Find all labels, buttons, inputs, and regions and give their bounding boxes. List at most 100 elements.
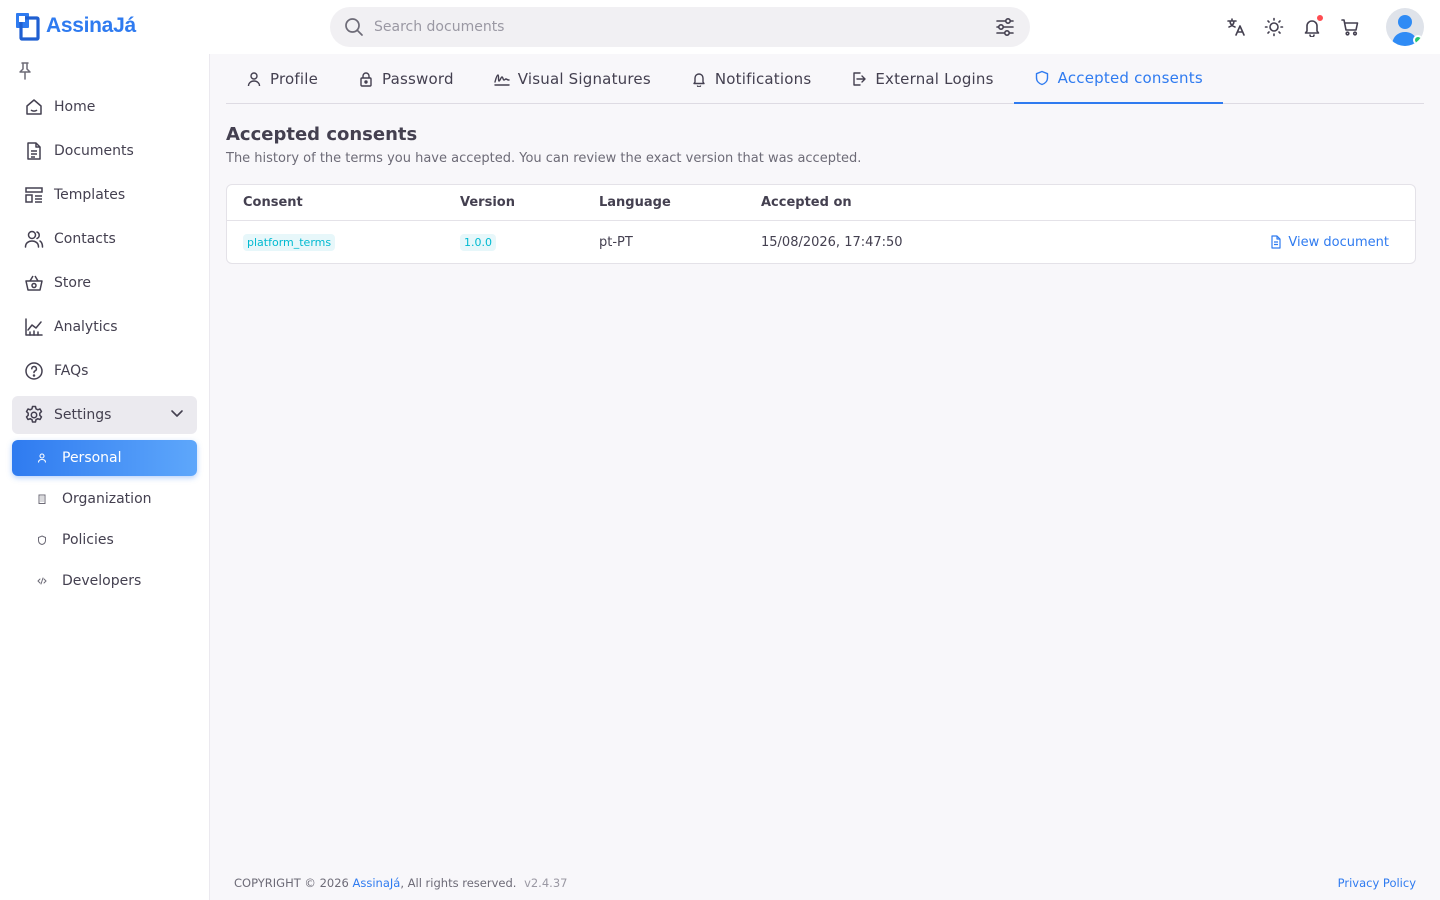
view-document-link[interactable]: View document — [1270, 235, 1415, 250]
sidebar-item-label: Analytics — [54, 319, 118, 335]
pin-icon[interactable] — [18, 62, 32, 84]
gear-icon — [24, 405, 44, 425]
version-chip: 1.0.0 — [460, 233, 496, 251]
tab-notifications[interactable]: Notifications — [671, 54, 831, 104]
sidebar-subitem-organization[interactable]: Organization — [12, 481, 197, 517]
brand-name: AssinaJá — [46, 14, 136, 37]
language-cell: pt-PT — [599, 234, 633, 250]
logo-mark-icon — [16, 11, 40, 41]
sidebar-item-faqs[interactable]: FAQs — [12, 352, 197, 390]
search-icon — [345, 18, 363, 36]
cart-icon[interactable] — [1340, 17, 1360, 37]
avatar[interactable] — [1386, 8, 1424, 46]
sidebar-subitem-personal[interactable]: Personal — [12, 440, 197, 476]
tab-label: Password — [382, 70, 454, 88]
footer: COPYRIGHT © 2026 AssinaJá, All rights re… — [234, 876, 1416, 890]
document-icon — [24, 141, 44, 161]
sidebar-nav: Home Documents Templates Contacts Store … — [12, 88, 197, 604]
table-row: platform_terms 1.0.0 pt-PT 15/08/2026, 1… — [227, 221, 1415, 263]
online-status-dot — [1413, 35, 1423, 45]
help-icon — [24, 361, 44, 381]
copyright-text: COPYRIGHT © 2026 — [234, 876, 349, 890]
sidebar-item-label: Contacts — [54, 231, 116, 247]
sidebar: Home Documents Templates Contacts Store … — [0, 54, 210, 900]
sidebar-subitem-label: Policies — [62, 532, 114, 548]
page-title: Accepted consents — [226, 124, 418, 145]
tab-accepted-consents[interactable]: Accepted consents — [1013, 54, 1223, 104]
sidebar-item-templates[interactable]: Templates — [12, 176, 197, 214]
home-icon — [24, 97, 44, 117]
sidebar-item-label: Home — [54, 99, 96, 115]
filter-icon[interactable] — [994, 16, 1016, 38]
signature-icon — [494, 74, 510, 86]
sun-icon[interactable] — [1264, 17, 1284, 37]
sidebar-item-home[interactable]: Home — [12, 88, 197, 126]
sidebar-item-contacts[interactable]: Contacts — [12, 220, 197, 258]
notification-badge — [1316, 14, 1324, 22]
app-version: v2.4.37 — [524, 876, 568, 890]
column-header-consent[interactable]: Consent — [227, 195, 460, 210]
lock-icon — [360, 72, 372, 87]
user-icon — [36, 452, 48, 464]
consents-table: Consent Version Language Accepted on pla… — [226, 184, 1416, 264]
sidebar-item-label: Templates — [54, 187, 126, 203]
tab-profile[interactable]: Profile — [226, 54, 338, 104]
footer-brand-link[interactable]: AssinaJá — [353, 876, 401, 890]
tab-label: Notifications — [714, 70, 812, 88]
bell-icon — [693, 73, 705, 87]
tab-label: Visual Signatures — [517, 70, 651, 88]
page-subtitle: The history of the terms you have accept… — [226, 151, 862, 166]
basket-icon — [24, 273, 44, 293]
sidebar-item-label: FAQs — [54, 363, 89, 379]
user-icon — [247, 72, 261, 87]
sidebar-item-label: Settings — [54, 407, 112, 423]
accepted-on-cell: 15/08/2026, 17:47:50 — [761, 234, 903, 250]
consent-cell: platform_terms — [227, 233, 460, 251]
tab-password[interactable]: Password — [338, 54, 474, 104]
brand-logo[interactable]: AssinaJá — [16, 11, 136, 41]
document-icon — [1271, 235, 1282, 249]
sidebar-subitem-label: Personal — [62, 450, 122, 466]
sidebar-subitem-label: Organization — [62, 491, 152, 507]
code-icon — [36, 575, 48, 587]
chevron-down-icon — [169, 405, 185, 425]
sidebar-item-settings[interactable]: Settings — [12, 396, 197, 434]
main-content: Profile Password Visual Signatures Notif… — [226, 54, 1424, 264]
column-header-language[interactable]: Language — [599, 195, 761, 210]
template-icon — [24, 185, 44, 205]
search-input[interactable] — [374, 19, 994, 35]
footer-copyright: COPYRIGHT © 2026 AssinaJá, All rights re… — [234, 876, 567, 890]
rights-text: , All rights reserved. — [400, 876, 517, 890]
login-icon — [853, 72, 867, 86]
sidebar-subitem-label: Developers — [62, 573, 142, 589]
tab-visual-signatures[interactable]: Visual Signatures — [474, 54, 671, 104]
view-document-label: View document — [1288, 234, 1389, 250]
sidebar-subitem-policies[interactable]: Policies — [12, 522, 197, 558]
consent-chip: platform_terms — [243, 233, 336, 251]
tab-label: External Logins — [875, 70, 994, 88]
contacts-icon — [24, 229, 44, 249]
column-header-accepted-on[interactable]: Accepted on — [761, 195, 1415, 210]
tab-label: Profile — [270, 70, 319, 88]
sidebar-item-label: Store — [54, 275, 92, 291]
sidebar-item-analytics[interactable]: Analytics — [12, 308, 197, 346]
tab-external-logins[interactable]: External Logins — [831, 54, 1013, 104]
shield-icon — [1035, 70, 1048, 86]
translate-icon[interactable] — [1226, 17, 1246, 37]
policy-icon — [36, 534, 48, 546]
top-bar: AssinaJá — [0, 0, 1440, 54]
chart-icon — [24, 317, 44, 337]
building-icon — [36, 493, 48, 505]
table-header: Consent Version Language Accepted on — [227, 185, 1415, 221]
sidebar-subitem-developers[interactable]: Developers — [12, 563, 197, 599]
sidebar-item-documents[interactable]: Documents — [12, 132, 197, 170]
search-bar[interactable] — [330, 7, 1030, 47]
privacy-policy-link[interactable]: Privacy Policy — [1338, 876, 1416, 890]
sidebar-item-label: Documents — [54, 143, 134, 159]
tab-label: Accepted consents — [1057, 69, 1203, 87]
header-actions — [1226, 8, 1424, 46]
version-cell: 1.0.0 — [460, 233, 599, 251]
column-header-version[interactable]: Version — [460, 195, 599, 210]
bell-icon[interactable] — [1302, 14, 1324, 37]
sidebar-item-store[interactable]: Store — [12, 264, 197, 302]
